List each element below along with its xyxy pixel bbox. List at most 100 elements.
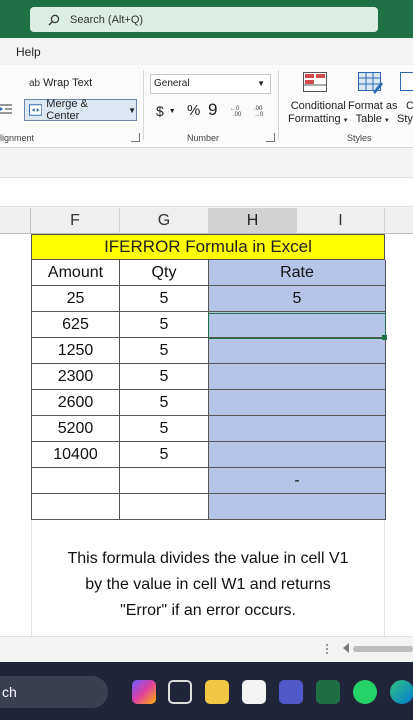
cell-amount[interactable]: 5200 bbox=[31, 416, 120, 442]
conditional-formatting-button[interactable]: Conditional Formatting ▼ bbox=[288, 100, 349, 128]
cell-rate[interactable] bbox=[209, 364, 386, 390]
formula-caption: This formula divides the value in cell V… bbox=[31, 520, 385, 636]
chevron-down-icon: ▼ bbox=[168, 107, 176, 115]
indent-icon[interactable] bbox=[0, 103, 12, 115]
styles-group-label: Styles bbox=[347, 133, 372, 143]
percent-label: % bbox=[187, 102, 201, 119]
wrap-text-label: Wrap Text bbox=[43, 77, 93, 89]
chevron-down-icon: ▼ bbox=[128, 105, 136, 115]
copilot-icon[interactable] bbox=[132, 680, 156, 704]
cell-amount[interactable]: 25 bbox=[31, 286, 120, 312]
taskbar-search[interactable]: ch bbox=[0, 676, 108, 708]
conditional-label-2: Formatting bbox=[288, 113, 341, 125]
header-amount[interactable]: Amount bbox=[31, 260, 120, 286]
format-table-label-2: Table bbox=[355, 113, 382, 125]
decrease-decimal-icon[interactable]: .00 →0 bbox=[252, 103, 268, 117]
formula-bar[interactable] bbox=[0, 177, 413, 207]
cell-styles-icon bbox=[400, 72, 413, 92]
cell-styles-label-2: Styl bbox=[397, 113, 413, 125]
select-all-corner[interactable] bbox=[0, 208, 31, 234]
cell-rate[interactable] bbox=[209, 442, 386, 468]
caption-line-3: "Error" if an error occurs. bbox=[120, 602, 296, 619]
column-header-empty[interactable] bbox=[385, 208, 413, 234]
cell-qty[interactable]: 5 bbox=[120, 390, 209, 416]
number-format-dropdown[interactable]: General ▼ bbox=[150, 74, 271, 94]
cell-amount[interactable]: 10400 bbox=[31, 442, 120, 468]
comma-style-button[interactable]: 9 bbox=[208, 100, 217, 120]
merge-center-label: Merge & Center bbox=[46, 98, 88, 122]
teams-icon[interactable] bbox=[279, 680, 303, 704]
cell-qty[interactable]: 5 bbox=[120, 442, 209, 468]
svg-text:.00: .00 bbox=[233, 112, 242, 117]
cell-amount[interactable]: 1250 bbox=[31, 338, 120, 364]
format-table-label-1: Format as bbox=[348, 100, 398, 112]
search-box[interactable]: Search (Alt+Q) bbox=[30, 7, 378, 32]
wrap-text-button[interactable]: ab Wrap Text bbox=[29, 77, 92, 89]
chevron-down-icon: ▼ bbox=[383, 118, 390, 124]
number-group-label: Number bbox=[187, 133, 220, 143]
title-bar: Search (Alt+Q) bbox=[0, 0, 413, 38]
active-cell-selection bbox=[208, 313, 386, 339]
alignment-launcher-icon[interactable] bbox=[131, 133, 140, 142]
cell-amount[interactable]: 2600 bbox=[31, 390, 120, 416]
currency-button[interactable]: $ ▼ bbox=[156, 103, 176, 119]
cell-rate[interactable] bbox=[209, 416, 386, 442]
merge-icon bbox=[29, 104, 43, 116]
fill-handle[interactable] bbox=[382, 335, 387, 340]
column-header-h[interactable]: H bbox=[209, 208, 297, 234]
chevron-down-icon: ▼ bbox=[257, 79, 265, 88]
whatsapp-icon[interactable] bbox=[353, 680, 377, 704]
header-rate[interactable]: Rate bbox=[209, 260, 386, 286]
sheet-title-cell[interactable]: IFERROR Formula in Excel bbox=[31, 234, 385, 260]
cell-rate[interactable]: - bbox=[209, 468, 386, 494]
column-header-f[interactable]: F bbox=[31, 208, 120, 234]
column-header-i[interactable]: I bbox=[297, 208, 385, 234]
svg-text:→0: →0 bbox=[254, 112, 264, 117]
cell-qty[interactable]: 5 bbox=[120, 286, 209, 312]
scroll-left-icon[interactable] bbox=[343, 643, 349, 653]
store-icon[interactable] bbox=[242, 680, 266, 704]
conditional-label-1: Conditional bbox=[290, 100, 346, 112]
ribbon-gap bbox=[0, 149, 413, 177]
percent-button[interactable]: % bbox=[187, 102, 200, 119]
cell-amount[interactable]: 2300 bbox=[31, 364, 120, 390]
merge-center-button[interactable]: Merge & Center ▼ bbox=[24, 98, 137, 122]
caption-line-2: by the value in cell W1 and returns bbox=[85, 576, 331, 593]
worksheet: F G H I IFERROR Formula in Excel Amount … bbox=[0, 208, 413, 636]
cell-amount[interactable]: 625 bbox=[31, 312, 120, 338]
caption-line-1: This formula divides the value in cell V… bbox=[67, 550, 349, 567]
cell-styles-button[interactable]: C Styl bbox=[397, 100, 413, 126]
cell-qty[interactable]: 5 bbox=[120, 416, 209, 442]
task-view-icon[interactable] bbox=[168, 680, 192, 704]
column-header-g[interactable]: G bbox=[120, 208, 209, 234]
cell-qty[interactable]: 5 bbox=[120, 312, 209, 338]
group-divider bbox=[278, 70, 279, 140]
increase-decimal-icon[interactable]: ←0.00 bbox=[230, 103, 246, 117]
conditional-formatting-icon bbox=[303, 72, 327, 92]
cell-qty[interactable]: 5 bbox=[120, 338, 209, 364]
menu-bar: Help bbox=[0, 38, 413, 65]
edge-icon[interactable] bbox=[390, 680, 413, 704]
cell-qty[interactable] bbox=[120, 468, 209, 494]
cell-styles-label-1: C bbox=[406, 100, 413, 112]
format-as-table-button[interactable]: Format as Table ▼ bbox=[348, 100, 398, 128]
splitter-handle[interactable] bbox=[326, 644, 328, 654]
cell-rate[interactable] bbox=[209, 494, 386, 520]
file-explorer-icon[interactable] bbox=[205, 680, 229, 704]
cell-rate[interactable]: 5 bbox=[209, 286, 386, 312]
scroll-thumb[interactable] bbox=[353, 646, 413, 652]
horizontal-scrollbar[interactable] bbox=[0, 636, 413, 661]
number-launcher-icon[interactable] bbox=[266, 133, 275, 142]
cell-qty[interactable]: 5 bbox=[120, 364, 209, 390]
menu-help[interactable]: Help bbox=[16, 45, 41, 59]
cell-amount[interactable] bbox=[31, 494, 120, 520]
header-qty[interactable]: Qty bbox=[120, 260, 209, 286]
format-as-table-icon bbox=[358, 72, 384, 94]
cell-qty[interactable] bbox=[120, 494, 209, 520]
cell-rate[interactable] bbox=[209, 390, 386, 416]
search-icon bbox=[48, 14, 60, 25]
cell-amount[interactable] bbox=[31, 468, 120, 494]
cell-rate[interactable] bbox=[209, 338, 386, 364]
excel-icon[interactable] bbox=[316, 680, 340, 704]
taskbar: ch bbox=[0, 662, 413, 720]
